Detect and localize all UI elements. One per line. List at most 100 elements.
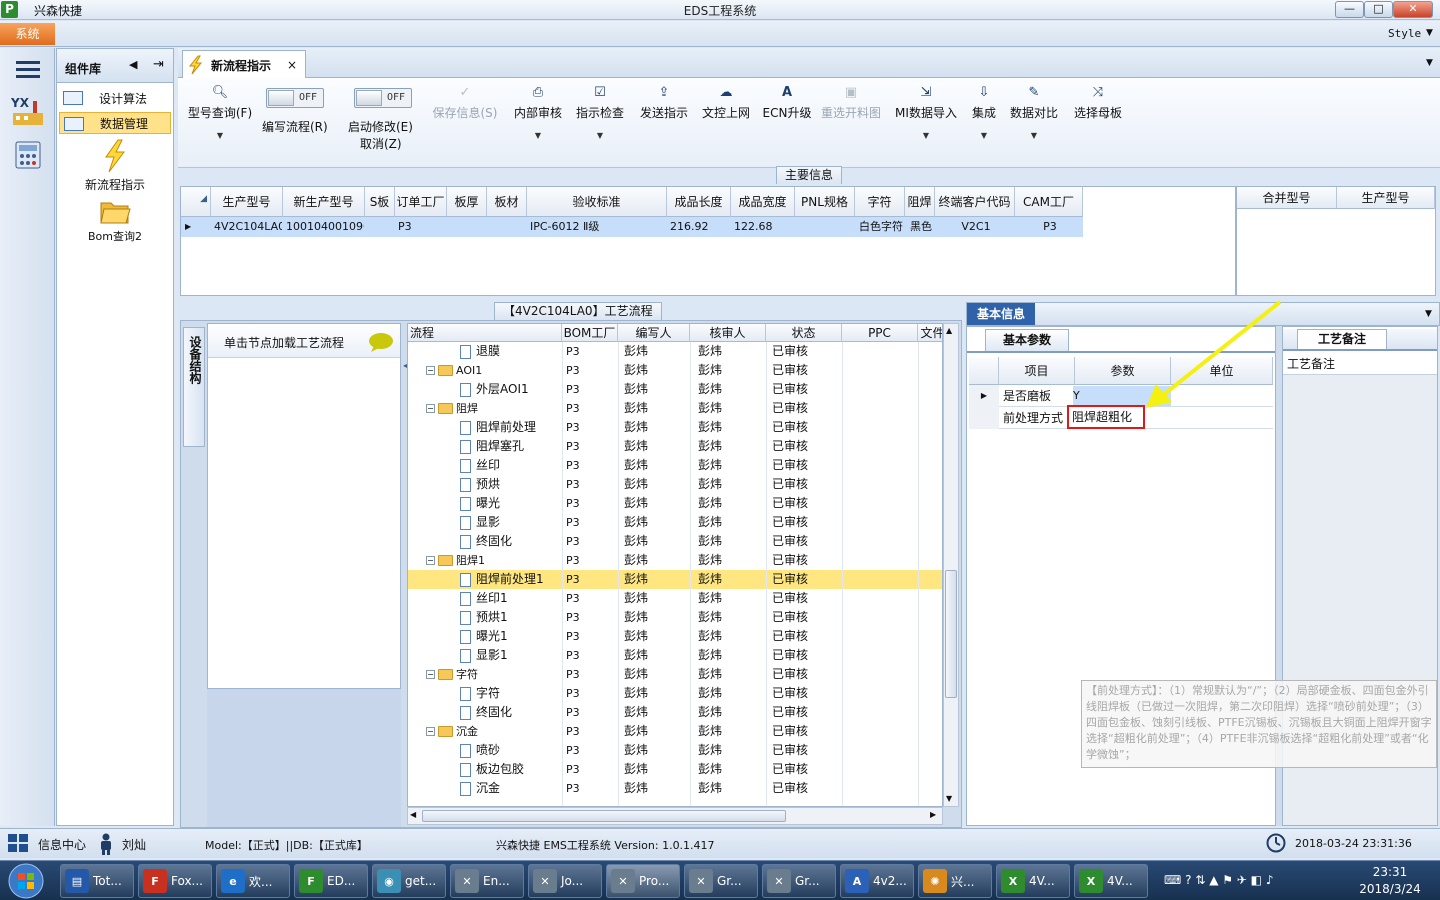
reselect-drawing-button[interactable]: ▣ 重选开料图	[820, 84, 882, 164]
scroll-thumb[interactable]	[945, 570, 957, 698]
flow-node[interactable]: 阻焊塞孔	[460, 437, 562, 456]
tree-expander-icon[interactable]: −	[426, 727, 435, 736]
flow-tree-row[interactable]: 阻焊前处理1 P3 彭炜 彭炜 已审核	[408, 570, 942, 589]
tray-date[interactable]: 2018/3/24	[1354, 882, 1426, 896]
tree-expander-icon[interactable]: −	[426, 404, 435, 413]
tab-basic-params[interactable]: 基本参数	[985, 329, 1069, 351]
flow-node[interactable]: − 沉金	[426, 722, 562, 741]
flow-tree-row[interactable]: 沉金 P3 彭炜 彭炜 已审核	[408, 779, 942, 798]
flow-node[interactable]: 预烘	[460, 475, 562, 494]
taskbar-item[interactable]: F Fox...	[138, 864, 212, 898]
flow-tree-row[interactable]: 阻焊塞孔 P3 彭炜 彭炜 已审核	[408, 437, 942, 456]
taskbar-item[interactable]: F ED...	[294, 864, 368, 898]
flow-tree-row[interactable]: 字符 P3 彭炜 彭炜 已审核	[408, 684, 942, 703]
instruction-check-button[interactable]: ☑ 指示检查 ▼	[574, 84, 626, 164]
pin-icon[interactable]: ⇥	[153, 57, 164, 72]
style-menu[interactable]: Style	[1388, 27, 1421, 40]
flow-node[interactable]: 丝印	[460, 456, 562, 475]
flow-node[interactable]: 喷砂	[460, 741, 562, 760]
col-header[interactable]: 新生产型号	[283, 187, 365, 217]
flow-node[interactable]: 板边包胶	[460, 760, 562, 779]
col-header[interactable]: 阻焊	[905, 187, 935, 217]
param-value-highlighted[interactable]: 阻焊超粗化	[1067, 405, 1145, 429]
flow-tree-row[interactable]: − AOI1 P3 彭炜 彭炜 已审核	[408, 361, 942, 380]
taskbar-item[interactable]: X 4V...	[1074, 864, 1148, 898]
flow-node[interactable]: − AOI1	[426, 361, 562, 380]
tray-time[interactable]: 23:31	[1360, 865, 1420, 879]
param-row[interactable]: 前处理方式 阻焊超粗化	[969, 405, 1273, 429]
factory-icon[interactable]: YX	[8, 94, 48, 128]
taskbar-item[interactable]: e 欢...	[216, 864, 290, 898]
flow-horizontal-scrollbar[interactable]: ◀ ▶	[407, 807, 943, 825]
main-info-cell[interactable]: 白色字符	[858, 217, 904, 237]
flow-node[interactable]: − 字符	[426, 665, 562, 684]
main-info-cell[interactable]: 黑色	[908, 217, 934, 237]
flow-tree-row[interactable]: 喷砂 P3 彭炜 彭炜 已审核	[408, 741, 942, 760]
taskbar-item[interactable]: ✕ Pro...	[606, 864, 680, 898]
sidebar-item-data-management[interactable]: 数据管理	[59, 112, 171, 134]
col-header[interactable]: 字符	[855, 187, 905, 217]
ecn-upgrade-button[interactable]: A ECN升级	[762, 84, 812, 164]
tab-process-remark[interactable]: 工艺备注	[1297, 329, 1387, 349]
select-master-button[interactable]: ⤨ 选择母板	[1072, 84, 1124, 164]
doc-upload-button[interactable]: ☁ 文控上网	[700, 84, 752, 164]
flow-tree-row[interactable]: 外层AOI1 P3 彭炜 彭炜 已审核	[408, 380, 942, 399]
flow-node[interactable]: 曝光	[460, 494, 562, 513]
flow-node[interactable]: 外层AOI1	[460, 380, 562, 399]
flow-tree-row[interactable]: − 沉金 P3 彭炜 彭炜 已审核	[408, 722, 942, 741]
new-flow-link[interactable]: 新流程指示	[57, 139, 173, 193]
flow-node[interactable]: 终固化	[460, 532, 562, 551]
main-info-cell[interactable]	[450, 217, 486, 237]
main-info-cell[interactable]: IPC-6012 Ⅱ级	[530, 217, 666, 237]
flow-node[interactable]: 丝印1	[460, 589, 562, 608]
bom-query-link[interactable]: Bom查询2	[57, 197, 173, 244]
system-menu-button[interactable]: 系统	[0, 23, 55, 45]
minimize-button[interactable]: —	[1335, 1, 1364, 18]
flow-tree-row[interactable]: 终固化 P3 彭炜 彭炜 已审核	[408, 703, 942, 722]
data-compare-button[interactable]: ✎ 数据对比 ▼	[1008, 84, 1060, 164]
hamburger-menu-icon[interactable]	[8, 52, 48, 86]
tab-list-dropdown-icon[interactable]: ▼	[1426, 58, 1433, 68]
taskbar-item[interactable]: ✕ Gr...	[684, 864, 758, 898]
main-info-cell[interactable]: V2C1	[938, 217, 1014, 237]
model-query-button[interactable]: 🔍︎ 型号查询(F) ▼	[184, 84, 256, 164]
col-header[interactable]: 终端客户代码	[935, 187, 1015, 217]
col-header[interactable]: PNL规格	[795, 187, 855, 217]
tray-icons[interactable]: ⌨ ? ⇅ ▲ ⚑ ✈ ◧ ♪	[1164, 873, 1273, 887]
flow-tree-row[interactable]: 显影 P3 彭炜 彭炜 已审核	[408, 513, 942, 532]
col-header[interactable]: S板	[365, 187, 395, 217]
scroll-left-icon[interactable]: ◀	[410, 810, 416, 819]
main-info-cell[interactable]: P3	[1018, 217, 1082, 237]
mi-import-button[interactable]: ⇲ MI数据导入 ▼	[894, 84, 958, 164]
flow-node[interactable]: 预烘1	[460, 608, 562, 627]
sidebar-item-design-algorithm[interactable]: 设计算法	[59, 87, 171, 109]
write-flow-toggle[interactable]: OFF	[266, 88, 324, 108]
taskbar-item[interactable]: ▤ Tot...	[60, 864, 134, 898]
info-center-link[interactable]: 信息中心	[38, 836, 86, 853]
scroll-down-icon[interactable]: ▼	[946, 794, 952, 803]
main-info-cell[interactable]	[490, 217, 526, 237]
col-header[interactable]: 板厚	[447, 187, 487, 217]
scroll-right-icon[interactable]: ▶	[930, 810, 936, 819]
cancel-button[interactable]: 取消(Z)	[360, 135, 402, 152]
flow-tree-row[interactable]: 退膜 P3 彭炜 彭炜 已审核	[408, 342, 942, 361]
flow-vertical-scrollbar[interactable]: ▲ ▼	[943, 323, 959, 807]
flow-node[interactable]: 终固化	[460, 703, 562, 722]
flow-tree-row[interactable]: − 阻焊 P3 彭炜 彭炜 已审核	[408, 399, 942, 418]
flow-tree-row[interactable]: − 字符 P3 彭炜 彭炜 已审核	[408, 665, 942, 684]
flow-node[interactable]: 阻焊前处理1	[460, 570, 562, 589]
flow-node[interactable]: − 阻焊	[426, 399, 562, 418]
main-info-cell[interactable]: P3	[398, 217, 446, 237]
style-dropdown-icon[interactable]: ▼	[1426, 28, 1433, 38]
taskbar-item[interactable]: ✺ 兴...	[918, 864, 992, 898]
tree-expander-icon[interactable]: −	[426, 556, 435, 565]
integrate-button[interactable]: ⇩ 集成 ▼	[968, 84, 1000, 164]
maximize-button[interactable]: □	[1364, 1, 1393, 18]
main-info-cell[interactable]: 122.68	[734, 217, 794, 237]
load-flow-header[interactable]: 单击节点加载工艺流程	[208, 324, 400, 358]
flow-tree-row[interactable]: 板边包胶 P3 彭炜 彭炜 已审核	[408, 760, 942, 779]
tree-expander-icon[interactable]: −	[426, 670, 435, 679]
col-header[interactable]: 验收标准	[527, 187, 667, 217]
collapse-arrow-icon[interactable]: ◀	[129, 58, 137, 71]
windows-start-icon[interactable]	[6, 863, 46, 899]
